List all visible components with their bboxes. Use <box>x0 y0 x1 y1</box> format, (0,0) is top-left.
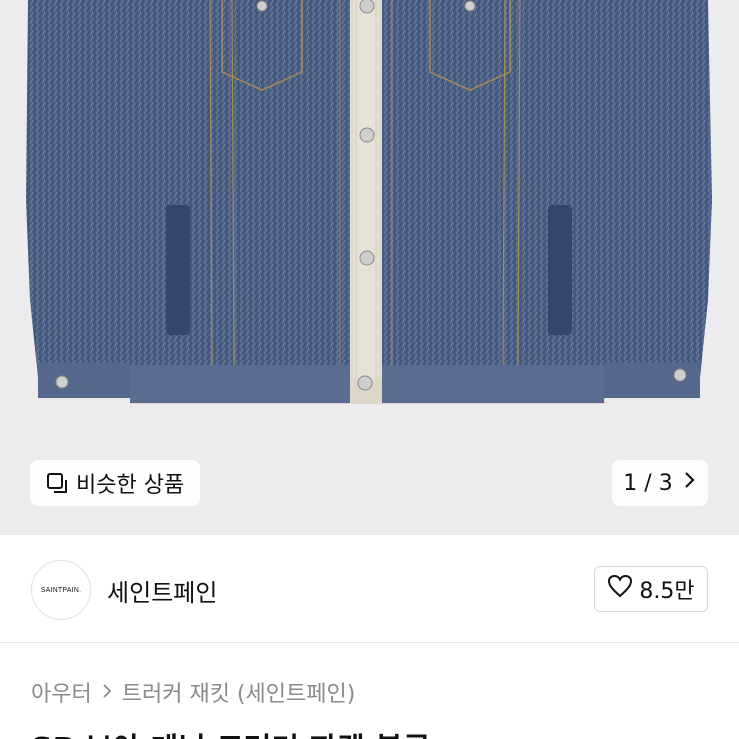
image-pager[interactable]: 1 / 3 <box>612 460 708 506</box>
shop-name[interactable]: 세인트페인 <box>107 573 217 608</box>
product-image[interactable] <box>0 0 739 535</box>
chevron-right-icon <box>683 470 697 496</box>
similar-items-button[interactable]: 비슷한 상품 <box>30 460 200 506</box>
like-count: 8.5만 <box>639 579 695 604</box>
breadcrumb: 아우터 트러커 재킷 (세인트페인) <box>31 676 355 708</box>
shop-row: SAINTPAIN. 세인트페인 8.5만 <box>0 535 739 643</box>
like-button[interactable]: 8.5만 <box>594 566 708 612</box>
similar-items-icon <box>46 472 68 494</box>
breadcrumb-item-category[interactable]: 트러커 재킷 (세인트페인) <box>122 676 356 708</box>
heart-icon <box>607 574 633 604</box>
denim-jacket-image <box>26 0 712 404</box>
similar-items-label: 비슷한 상품 <box>76 473 185 498</box>
product-title: SP 보아 데님 트러커 자켓 블루 <box>31 724 430 739</box>
chevron-right-icon <box>102 680 112 704</box>
breadcrumb-item-outer[interactable]: 아우터 <box>31 676 92 708</box>
pager-text: 1 / 3 <box>623 470 673 496</box>
shop-logo[interactable]: SAINTPAIN. <box>31 560 91 620</box>
